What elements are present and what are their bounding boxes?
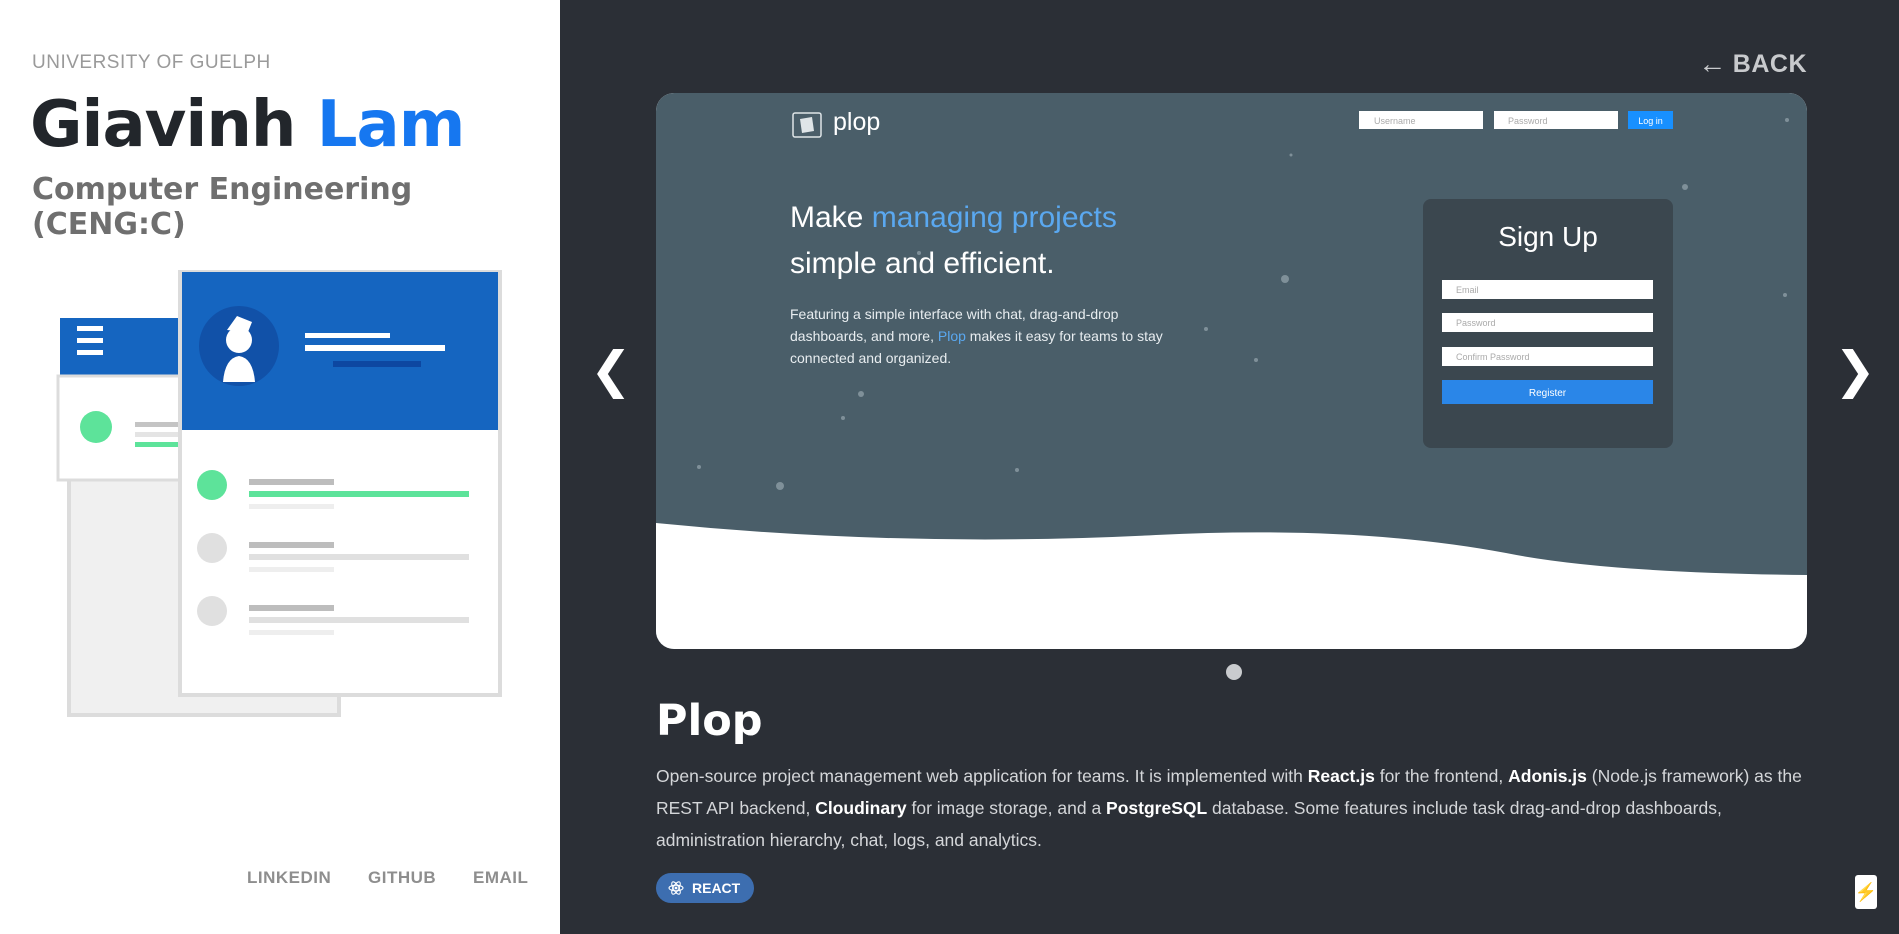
- hero-headline: Make managing projects: [790, 201, 1117, 234]
- desc-postgresql: PostgreSQL: [1106, 798, 1208, 818]
- plop-screenshot: plop Username Password Log in Make manag…: [656, 93, 1807, 649]
- header-login-label: Log in: [1638, 116, 1663, 126]
- carousel-indicator-dot[interactable]: [1226, 664, 1242, 680]
- plop-logo-text: plop: [833, 108, 880, 136]
- carousel-prev-button[interactable]: ❮: [590, 345, 632, 395]
- hero-highlight: managing projects: [872, 201, 1117, 234]
- email-link[interactable]: EMAIL: [473, 868, 528, 888]
- react-icon: [668, 881, 684, 895]
- tech-tag-label: REACT: [692, 880, 741, 896]
- hero-line2: simple and efficient.: [790, 247, 1055, 280]
- signup-password-placeholder: Password: [1456, 318, 1496, 328]
- desc-adonis: Adonis.js: [1508, 766, 1587, 786]
- back-label: BACK: [1732, 49, 1807, 78]
- profile-illustration: [56, 270, 502, 717]
- project-panel: ← BACK ❮ ❯ plop Username Password Log in…: [560, 0, 1899, 934]
- header-password-placeholder: Password: [1508, 116, 1548, 126]
- profile-name: Giavinh Lam: [30, 88, 466, 162]
- last-name: Lam: [316, 88, 466, 162]
- project-description: Open-source project management web appli…: [656, 760, 1816, 856]
- project-title: Plop: [656, 696, 763, 746]
- first-name: Giavinh: [30, 88, 296, 162]
- hero-sub-2a: dashboards, and more,: [790, 328, 934, 344]
- signup-email-placeholder: Email: [1456, 285, 1479, 295]
- github-link[interactable]: GITHUB: [368, 868, 436, 888]
- hero-sub-3: connected and organized.: [790, 350, 951, 366]
- program-label: Computer Engineering (CENG:C): [32, 172, 413, 242]
- hero-sub-2: dashboards, and more, Plop makes it easy…: [790, 328, 1163, 344]
- desc-part-2: for the frontend,: [1374, 766, 1509, 786]
- header-username-placeholder: Username: [1374, 116, 1416, 126]
- register-label: Register: [1529, 388, 1567, 399]
- lightning-bolt-icon[interactable]: ⚡: [1855, 875, 1877, 909]
- signup-confirm-placeholder: Confirm Password: [1456, 352, 1530, 362]
- hero-sub-brand: Plop: [938, 328, 966, 344]
- desc-part-4: for image storage, and a: [906, 798, 1107, 818]
- linkedin-link[interactable]: LINKEDIN: [247, 868, 331, 888]
- back-button[interactable]: ← BACK: [1698, 48, 1807, 80]
- carousel-next-button[interactable]: ❯: [1834, 345, 1876, 395]
- signup-title: Sign Up: [1498, 221, 1598, 252]
- university-label: UNIVERSITY OF GUELPH: [32, 52, 271, 73]
- hero-sub-1: Featuring a simple interface with chat, …: [790, 306, 1119, 322]
- hero-sub-2b: makes it easy for teams to stay: [970, 328, 1163, 344]
- hero-make: Make: [790, 201, 863, 234]
- tech-tag-react: REACT: [656, 873, 755, 903]
- desc-cloudinary: Cloudinary: [815, 798, 907, 818]
- desc-react: React.js: [1307, 766, 1375, 786]
- arrow-left-icon: ←: [1698, 48, 1727, 79]
- desc-part-1: Open-source project management web appli…: [656, 766, 1308, 786]
- carousel-slide[interactable]: plop Username Password Log in Make manag…: [656, 93, 1807, 649]
- profile-panel: UNIVERSITY OF GUELPH Giavinh Lam Compute…: [0, 0, 560, 934]
